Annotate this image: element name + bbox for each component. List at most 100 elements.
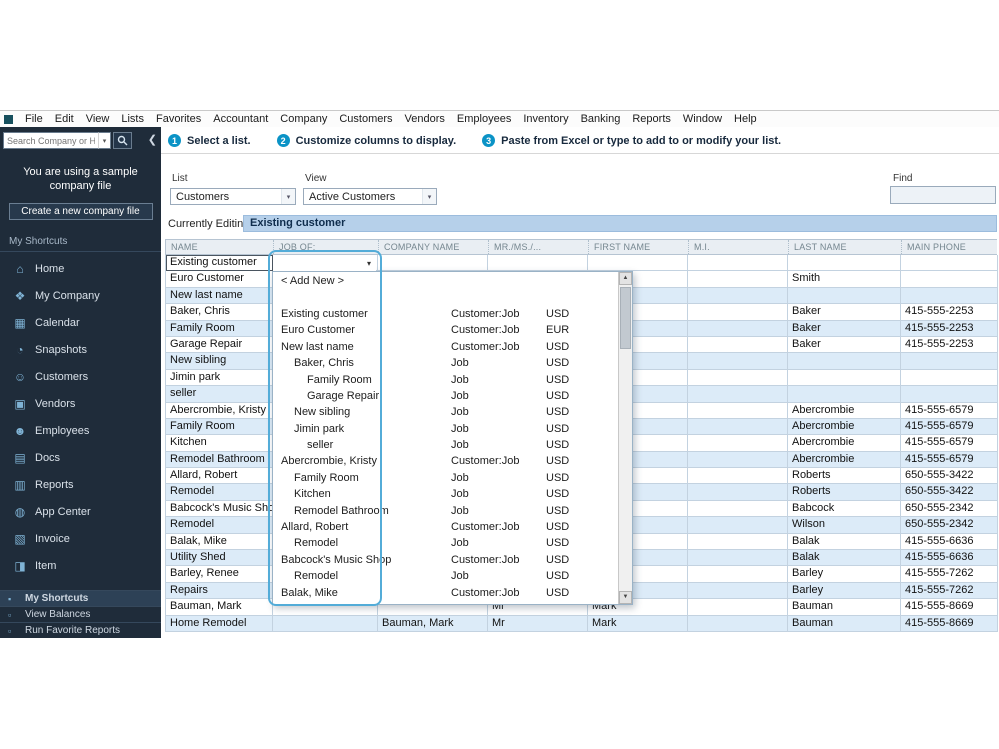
cell-mi[interactable] — [688, 255, 788, 272]
cell-main-phone[interactable]: 415-555-2253 — [901, 304, 998, 321]
collapse-sidebar-icon[interactable]: ❮ — [148, 133, 157, 147]
cell-main-phone[interactable] — [901, 271, 998, 288]
menu-inventory[interactable]: Inventory — [517, 113, 574, 125]
cell-name[interactable]: Allard, Robert — [166, 468, 273, 485]
cell-mi[interactable] — [688, 304, 788, 321]
dropdown-item[interactable]: Remodel Bathroom Job USD — [273, 502, 618, 518]
cell-last-name[interactable]: Babcock — [788, 500, 901, 518]
cell-main-phone[interactable] — [901, 386, 998, 403]
column-header-m-i[interactable]: M.I. — [688, 240, 788, 254]
cell-main-phone[interactable]: 415-555-2253 — [901, 320, 998, 337]
cell-name[interactable]: Balak, Mike — [166, 533, 273, 551]
cell-last-name[interactable] — [788, 287, 901, 305]
cell-main-phone[interactable]: 415-555-6636 — [901, 550, 998, 567]
dropdown-item[interactable]: Kitchen Job USD — [273, 486, 618, 502]
cell-last-name[interactable]: Baker — [788, 304, 901, 321]
cell-main-phone[interactable] — [901, 255, 998, 272]
cell-mi[interactable] — [688, 484, 788, 501]
cell-mi[interactable] — [688, 320, 788, 337]
cell-mi[interactable] — [688, 533, 788, 551]
dropdown-item[interactable]: Abercrombie, Kristy Customer:Job USD — [273, 453, 618, 469]
cell-job-of[interactable] — [273, 615, 378, 632]
cell-mi[interactable] — [688, 336, 788, 354]
scrollbar-thumb[interactable] — [620, 287, 631, 349]
cell-mi[interactable] — [688, 402, 788, 419]
cell-name[interactable]: Family Room — [166, 418, 273, 436]
cell-mi[interactable] — [688, 271, 788, 288]
dropdown-item[interactable]: Existing customer Customer:Job USD — [273, 306, 618, 322]
cell-name[interactable]: Family Room — [166, 320, 273, 337]
list-combobox[interactable]: Customers ▾ — [170, 188, 296, 205]
cell-last-name[interactable]: Abercrombie — [788, 435, 901, 452]
column-header-main-phone[interactable]: MAIN PHONE — [901, 240, 998, 254]
cell-name[interactable]: Remodel — [166, 517, 273, 534]
view-combobox[interactable]: Active Customers ▾ — [303, 188, 437, 205]
menu-window[interactable]: Window — [677, 113, 728, 125]
cell-name[interactable]: Repairs — [166, 582, 273, 600]
sidebar-item-invoice[interactable]: ▧ Invoice — [0, 526, 161, 553]
column-header-first-name[interactable]: FIRST NAME — [588, 240, 688, 254]
cell-name[interactable]: New last name — [166, 287, 273, 305]
cell-main-phone[interactable]: 415-555-6579 — [901, 451, 998, 469]
find-input[interactable] — [890, 186, 996, 204]
cell-mi[interactable] — [688, 435, 788, 452]
search-input[interactable] — [3, 132, 98, 149]
dropdown-item[interactable]: Garage Repair Job USD — [273, 388, 618, 404]
dropdown-item[interactable]: Remodel Job USD — [273, 535, 618, 551]
cell-name[interactable]: Bauman, Mark — [166, 599, 273, 616]
cell-main-phone[interactable] — [901, 353, 998, 370]
search-button[interactable] — [113, 132, 132, 149]
sidebar-item-snapshots[interactable]: ◔ Snapshots — [0, 337, 161, 364]
cell-last-name[interactable]: Bauman — [788, 615, 901, 632]
cell-name[interactable]: Home Remodel — [166, 615, 273, 632]
cell-last-name[interactable] — [788, 255, 901, 272]
cell-name[interactable]: Euro Customer — [166, 271, 273, 288]
menu-view[interactable]: View — [80, 113, 116, 125]
menu-vendors[interactable]: Vendors — [399, 113, 451, 125]
cell-main-phone[interactable]: 650-555-3422 — [901, 468, 998, 485]
sidebar-footer-my-shortcuts[interactable]: ▪ My Shortcuts — [0, 590, 161, 606]
cell-name[interactable]: Kitchen — [166, 435, 273, 452]
cell-mi[interactable] — [688, 615, 788, 632]
cell-main-phone[interactable]: 650-555-2342 — [901, 517, 998, 534]
cell-name[interactable]: Baker, Chris — [166, 304, 273, 321]
cell-mi[interactable] — [688, 369, 788, 387]
cell-company-name[interactable] — [378, 255, 488, 272]
sidebar-item-home[interactable]: ⌂ Home — [0, 256, 161, 283]
cell-mi[interactable] — [688, 517, 788, 534]
cell-name[interactable]: Babcock's Music Shop — [166, 500, 273, 518]
cell-last-name[interactable]: Barley — [788, 566, 901, 583]
scroll-up-icon[interactable]: ▲ — [619, 272, 632, 285]
menu-employees[interactable]: Employees — [451, 113, 517, 125]
cell-name[interactable]: Garage Repair — [166, 336, 273, 354]
cell-last-name[interactable]: Smith — [788, 271, 901, 288]
menu-file[interactable]: File — [19, 113, 49, 125]
cell-last-name[interactable]: Bauman — [788, 599, 901, 616]
column-header-mr-ms[interactable]: MR./MS./... — [488, 240, 588, 254]
sidebar-item-item[interactable]: ◨ Item — [0, 553, 161, 580]
column-header-name[interactable]: NAME — [166, 240, 273, 254]
cell-last-name[interactable] — [788, 353, 901, 370]
cell-last-name[interactable]: Balak — [788, 550, 901, 567]
cell-last-name[interactable] — [788, 369, 901, 387]
cell-main-phone[interactable]: 415-555-8669 — [901, 599, 998, 616]
cell-mi[interactable] — [688, 468, 788, 485]
menu-accountant[interactable]: Accountant — [207, 113, 274, 125]
cell-main-phone[interactable]: 650-555-2342 — [901, 500, 998, 518]
dropdown-item[interactable]: seller Job USD — [273, 437, 618, 453]
cell-mi[interactable] — [688, 287, 788, 305]
dropdown-item[interactable]: Euro Customer Customer:Job EUR — [273, 322, 618, 338]
cell-last-name[interactable]: Roberts — [788, 484, 901, 501]
search-scope-dropdown[interactable]: ▾ — [98, 132, 111, 149]
cell-mi[interactable] — [688, 386, 788, 403]
dropdown-item[interactable]: Balak, Mike Customer:Job USD — [273, 584, 618, 600]
dropdown-item[interactable]: Baker, Chris Job USD — [273, 355, 618, 371]
cell-main-phone[interactable]: 415-555-7262 — [901, 582, 998, 600]
menu-company[interactable]: Company — [274, 113, 333, 125]
cell-last-name[interactable]: Barley — [788, 582, 901, 600]
dropdown-item[interactable]: Family Room Job USD — [273, 470, 618, 486]
sidebar-item-vendors[interactable]: ▣ Vendors — [0, 391, 161, 418]
cell-main-phone[interactable]: 650-555-3422 — [901, 484, 998, 501]
cell-last-name[interactable]: Baker — [788, 336, 901, 354]
cell-main-phone[interactable] — [901, 369, 998, 387]
